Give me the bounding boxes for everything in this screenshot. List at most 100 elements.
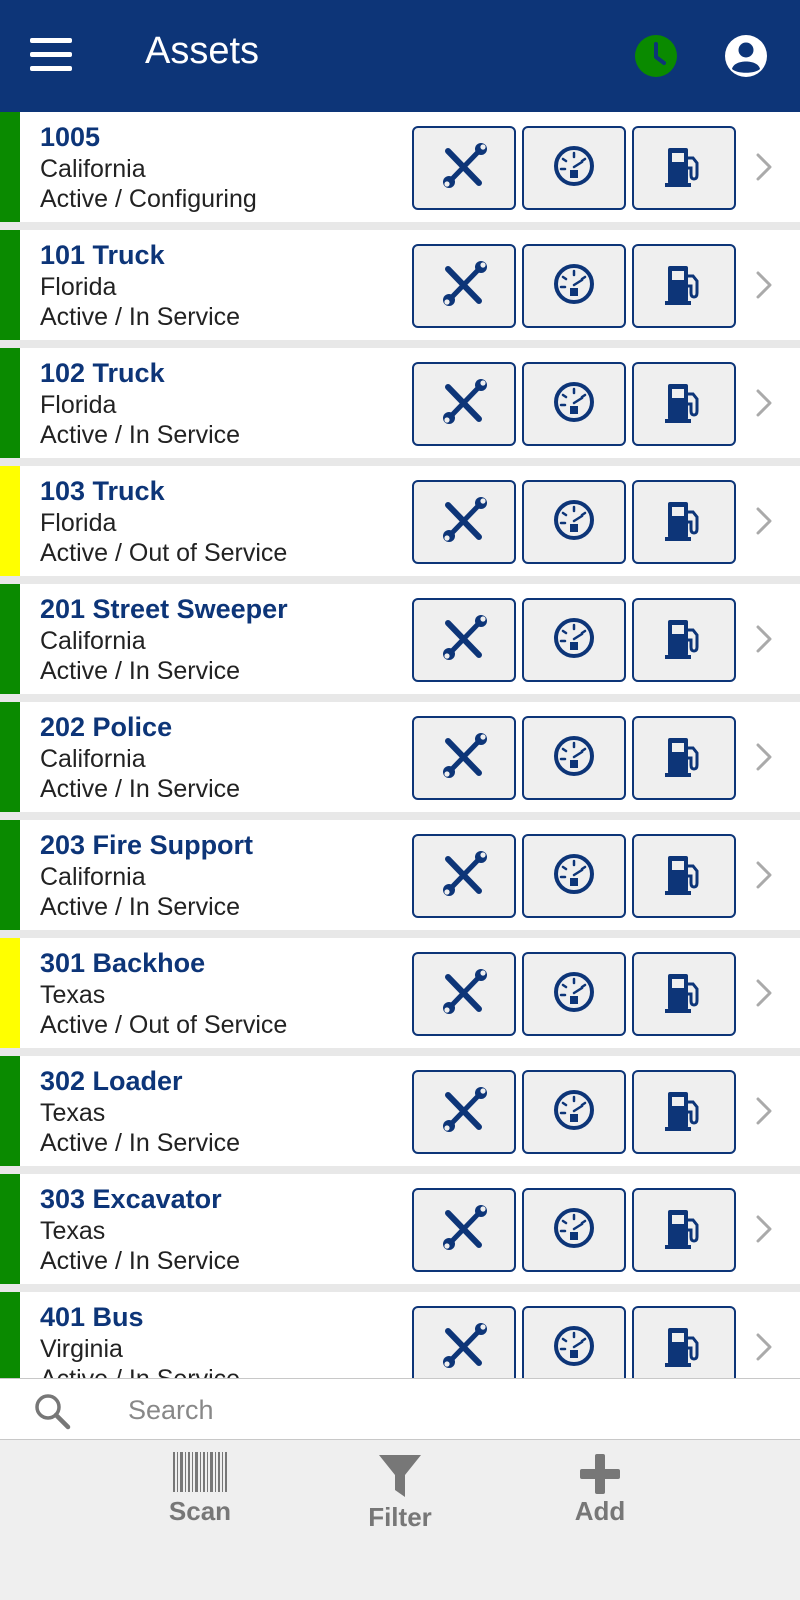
fuel-entry-button[interactable] <box>632 716 736 800</box>
asset-name: 302 Loader <box>40 1066 183 1096</box>
search-input[interactable] <box>110 1389 770 1431</box>
wrench-screwdriver-icon <box>440 732 488 785</box>
asset-row[interactable]: 302 Loader Texas Active / In Service <box>0 1056 800 1166</box>
asset-name: 301 Backhoe <box>40 948 206 978</box>
asset-status: Active / In Service <box>40 421 241 449</box>
wrench-screwdriver-icon <box>440 142 488 195</box>
meter-reading-button[interactable] <box>522 244 626 328</box>
fuel-pump-icon <box>664 1088 704 1137</box>
fuel-entry-button[interactable] <box>632 952 736 1036</box>
search-icon[interactable] <box>32 1391 72 1431</box>
meter-reading-button[interactable] <box>522 834 626 918</box>
fuel-pump-icon <box>664 262 704 311</box>
app-header: Assets <box>0 0 800 112</box>
fuel-entry-button[interactable] <box>632 1306 736 1378</box>
meter-reading-button[interactable] <box>522 952 626 1036</box>
speedometer-icon <box>552 616 596 665</box>
chevron-right-icon[interactable] <box>752 506 776 536</box>
fuel-entry-button[interactable] <box>632 1188 736 1272</box>
chevron-right-icon[interactable] <box>752 860 776 890</box>
meter-reading-button[interactable] <box>522 1188 626 1272</box>
asset-name: 102 Truck <box>40 358 165 388</box>
maintenance-button[interactable] <box>412 126 516 210</box>
status-indicator <box>0 820 20 930</box>
meter-reading-button[interactable] <box>522 1306 626 1378</box>
clock-icon[interactable] <box>634 34 678 78</box>
asset-row[interactable]: 102 Truck Florida Active / In Service <box>0 348 800 458</box>
scan-button[interactable]: Scan <box>140 1440 260 1540</box>
asset-row[interactable]: 103 Truck Florida Active / Out of Service <box>0 466 800 576</box>
asset-location: Texas <box>40 1217 106 1245</box>
filter-label: Filter <box>368 1502 432 1532</box>
chevron-right-icon[interactable] <box>752 152 776 182</box>
maintenance-button[interactable] <box>412 362 516 446</box>
fuel-pump-icon <box>664 1324 704 1373</box>
maintenance-button[interactable] <box>412 244 516 328</box>
fuel-pump-icon <box>664 734 704 783</box>
status-indicator <box>0 348 20 458</box>
maintenance-button[interactable] <box>412 1188 516 1272</box>
maintenance-button[interactable] <box>412 1306 516 1378</box>
maintenance-button[interactable] <box>412 1070 516 1154</box>
add-label: Add <box>574 1496 626 1526</box>
meter-reading-button[interactable] <box>522 480 626 564</box>
wrench-screwdriver-icon <box>440 614 488 667</box>
asset-status: Active / Out of Service <box>40 539 288 567</box>
menu-icon[interactable] <box>30 38 72 72</box>
wrench-screwdriver-icon <box>440 1322 488 1375</box>
asset-row[interactable]: 203 Fire Support California Active / In Se… <box>0 820 800 930</box>
asset-status: Active / In Service <box>40 657 241 685</box>
fuel-entry-button[interactable] <box>632 834 736 918</box>
barcode-icon <box>173 1452 227 1492</box>
speedometer-icon <box>552 1324 596 1373</box>
user-account-icon[interactable] <box>724 34 768 78</box>
maintenance-button[interactable] <box>412 716 516 800</box>
meter-reading-button[interactable] <box>522 598 626 682</box>
chevron-right-icon[interactable] <box>752 742 776 772</box>
asset-row[interactable]: 201 Street Sweeper California Active / In … <box>0 584 800 694</box>
fuel-entry-button[interactable] <box>632 126 736 210</box>
meter-reading-button[interactable] <box>522 362 626 446</box>
maintenance-button[interactable] <box>412 598 516 682</box>
asset-name: 303 Excavator <box>40 1184 222 1214</box>
meter-reading-button[interactable] <box>522 716 626 800</box>
asset-row[interactable]: 301 Backhoe Texas Active / Out of Service <box>0 938 800 1048</box>
filter-icon <box>379 1455 421 1497</box>
asset-row[interactable]: 401 Bus Virginia Active / In Service <box>0 1292 800 1378</box>
asset-location: California <box>40 627 146 655</box>
fuel-pump-icon <box>664 498 704 547</box>
asset-list[interactable]: 1005 California Active / Configuring 101 Tr… <box>0 112 800 1378</box>
fuel-pump-icon <box>664 970 704 1019</box>
chevron-right-icon[interactable] <box>752 624 776 654</box>
maintenance-button[interactable] <box>412 834 516 918</box>
fuel-pump-icon <box>664 1206 704 1255</box>
meter-reading-button[interactable] <box>522 1070 626 1154</box>
asset-status: Active / In Service <box>40 893 241 921</box>
add-button[interactable]: Add <box>540 1440 660 1540</box>
fuel-entry-button[interactable] <box>632 598 736 682</box>
wrench-screwdriver-icon <box>440 260 488 313</box>
chevron-right-icon[interactable] <box>752 1332 776 1362</box>
maintenance-button[interactable] <box>412 480 516 564</box>
fuel-entry-button[interactable] <box>632 362 736 446</box>
chevron-right-icon[interactable] <box>752 978 776 1008</box>
speedometer-icon <box>552 498 596 547</box>
meter-reading-button[interactable] <box>522 126 626 210</box>
chevron-right-icon[interactable] <box>752 270 776 300</box>
asset-row[interactable]: 202 Police California Active / In Service <box>0 702 800 812</box>
speedometer-icon <box>552 734 596 783</box>
filter-button[interactable]: Filter <box>340 1440 460 1540</box>
asset-row[interactable]: 303 Excavator Texas Active / In Service <box>0 1174 800 1284</box>
asset-location: Texas <box>40 981 106 1009</box>
chevron-right-icon[interactable] <box>752 1096 776 1126</box>
fuel-entry-button[interactable] <box>632 480 736 564</box>
fuel-entry-button[interactable] <box>632 1070 736 1154</box>
fuel-entry-button[interactable] <box>632 244 736 328</box>
chevron-right-icon[interactable] <box>752 388 776 418</box>
asset-status: Active / In Service <box>40 775 241 803</box>
asset-location: California <box>40 863 146 891</box>
maintenance-button[interactable] <box>412 952 516 1036</box>
asset-row[interactable]: 101 Truck Florida Active / In Service <box>0 230 800 340</box>
asset-row[interactable]: 1005 California Active / Configuring <box>0 112 800 222</box>
chevron-right-icon[interactable] <box>752 1214 776 1244</box>
